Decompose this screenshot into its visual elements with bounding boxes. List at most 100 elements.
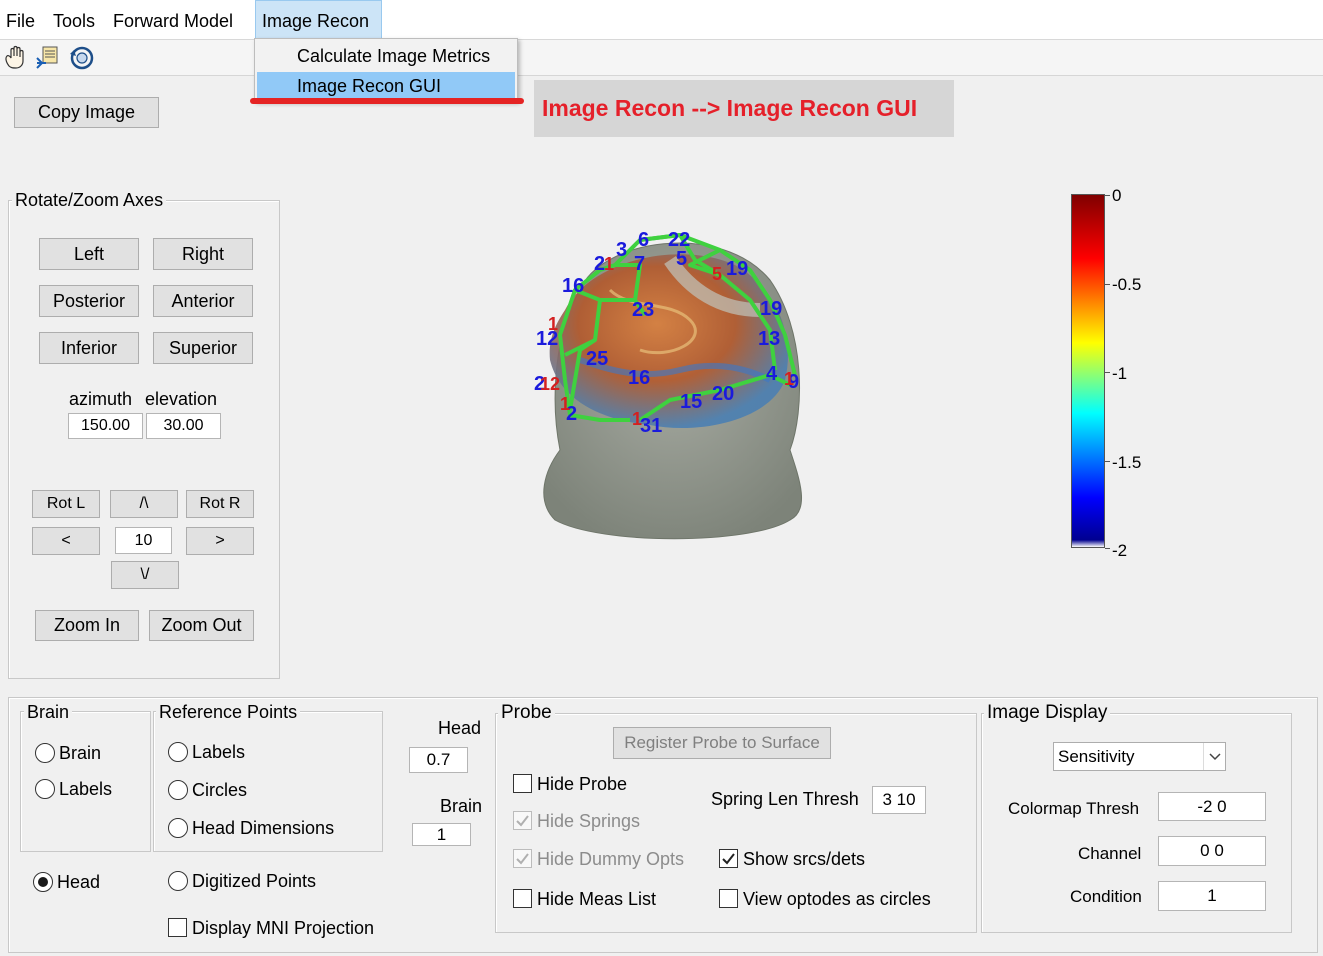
ref-labels-radio[interactable]: [168, 742, 188, 762]
step-right-button[interactable]: >: [186, 527, 254, 555]
head-brain-3d-view[interactable]: 6 22 3 2 7 5 19 16 19 13 23 12 25 16 4 9…: [520, 220, 820, 550]
brain-labels-radio[interactable]: [35, 779, 55, 799]
colorbar-tickmark: [1105, 548, 1110, 549]
head-dimensions-radio[interactable]: [168, 818, 188, 838]
probe-label: 16: [562, 275, 584, 297]
inferior-view-button[interactable]: Inferior: [39, 332, 139, 364]
ref-labels-label: Labels: [192, 742, 246, 762]
image-display-select-value: Sensitivity: [1058, 747, 1135, 766]
display-mni-label: Display MNI Projection: [192, 918, 375, 938]
brain-radio[interactable]: [35, 743, 55, 763]
hide-dummy-opts-checkbox[interactable]: [513, 849, 532, 868]
hide-springs-label: Hide Springs: [537, 811, 641, 831]
right-view-button[interactable]: Right: [153, 238, 253, 270]
hide-springs-checkbox[interactable]: [513, 811, 532, 830]
rotate-left-button[interactable]: Rot L: [32, 490, 100, 518]
colorbar-tick: -2: [1112, 541, 1128, 560]
rotate-zoom-title: Rotate/Zoom Axes: [12, 190, 167, 211]
channel-label: Channel: [1078, 844, 1142, 863]
left-view-button[interactable]: Left: [39, 238, 139, 270]
head-transparency-label: Head: [438, 718, 482, 738]
brain-labels-radio-label: Labels: [59, 779, 113, 799]
colorbar-tickmark: [1105, 284, 1110, 285]
channel-input[interactable]: 0 0: [1158, 836, 1266, 866]
chevron-down-icon[interactable]: [1203, 743, 1225, 770]
show-srcs-dets-checkbox[interactable]: [719, 849, 738, 868]
hide-probe-checkbox[interactable]: [513, 774, 532, 793]
probe-label: 4: [766, 363, 778, 385]
elevation-label: elevation: [145, 389, 218, 409]
brain-panel-title: Brain: [24, 702, 73, 723]
probe-label: 19: [726, 258, 748, 280]
copy-image-button[interactable]: Copy Image: [14, 97, 159, 128]
probe-label: 19: [760, 298, 782, 320]
pan-hand-icon[interactable]: [2, 44, 30, 72]
brain-transparency-label: Brain: [440, 796, 483, 816]
condition-input[interactable]: 1: [1158, 881, 1266, 911]
head-radio[interactable]: [33, 872, 53, 892]
azimuth-input[interactable]: 150.00: [68, 413, 143, 439]
toolbar: [0, 40, 1323, 76]
menu-bar: File Tools Forward Model Image Recon: [0, 0, 1323, 40]
register-probe-button[interactable]: Register Probe to Surface: [613, 727, 831, 759]
hide-probe-label: Hide Probe: [537, 774, 628, 794]
instruction-annotation: Image Recon --> Image Recon GUI: [534, 80, 954, 137]
probe-label: 16: [628, 367, 650, 389]
tilt-up-button[interactable]: /\: [110, 490, 178, 518]
anterior-view-button[interactable]: Anterior: [153, 285, 253, 317]
menu-image-recon[interactable]: Image Recon: [255, 0, 382, 40]
hide-dummy-opts-label: Hide Dummy Opts: [537, 849, 685, 869]
probe-label: 7: [634, 253, 645, 275]
menu-tools[interactable]: Tools: [47, 0, 101, 40]
display-mni-checkbox[interactable]: [168, 918, 187, 937]
probe-label: 1: [632, 409, 642, 429]
probe-label: 25: [586, 348, 608, 370]
spring-len-thresh-label: Spring Len Thresh: [711, 789, 859, 809]
menu-file[interactable]: File: [0, 0, 41, 40]
probe-label: 6: [638, 229, 649, 251]
colorbar-tickmark: [1105, 372, 1110, 373]
digitized-points-label: Digitized Points: [192, 871, 317, 891]
rotate-right-button[interactable]: Rot R: [186, 490, 254, 518]
zoom-in-button[interactable]: Zoom In: [35, 610, 139, 641]
probe-label: 12: [540, 374, 560, 394]
calculate-image-metrics-item[interactable]: Calculate Image Metrics: [257, 42, 515, 70]
hide-meas-list-checkbox[interactable]: [513, 889, 532, 908]
probe-label: 5: [676, 248, 687, 270]
colormap-thresh-input[interactable]: -2 0: [1158, 792, 1266, 821]
probe-label: 31: [640, 415, 662, 437]
image-display-select[interactable]: Sensitivity: [1053, 742, 1226, 771]
brain-transparency-input[interactable]: 1: [412, 823, 471, 846]
probe-label: 23: [632, 299, 654, 321]
tilt-down-button[interactable]: \/: [111, 561, 179, 589]
highlight-underline: [250, 98, 524, 104]
step-left-button[interactable]: <: [32, 527, 100, 555]
view-optodes-circles-label: View optodes as circles: [743, 889, 931, 909]
probe-label: 5: [712, 264, 722, 284]
rotate-zoom-panel: [8, 200, 280, 679]
colorbar-tickmark: [1105, 195, 1110, 196]
spring-len-thresh-input[interactable]: 3 10: [872, 786, 926, 814]
superior-view-button[interactable]: Superior: [153, 332, 253, 364]
ref-circles-radio[interactable]: [168, 780, 188, 800]
view-optodes-circles-checkbox[interactable]: [719, 889, 738, 908]
probe-label: 1: [560, 394, 570, 414]
digitized-points-radio[interactable]: [168, 871, 188, 891]
colorbar-tick: -1.5: [1112, 453, 1142, 472]
elevation-input[interactable]: 30.00: [146, 413, 221, 439]
reference-points-title: Reference Points: [156, 702, 301, 723]
hide-meas-list-label: Hide Meas List: [537, 889, 657, 909]
rotation-step-input[interactable]: 10: [115, 527, 172, 554]
image-recon-gui-item[interactable]: Image Recon GUI: [257, 72, 515, 100]
condition-label: Condition: [1070, 887, 1142, 906]
zoom-out-button[interactable]: Zoom Out: [149, 610, 254, 641]
image-recon-dropdown: Calculate Image Metrics Image Recon GUI: [254, 38, 518, 102]
menu-forward-model[interactable]: Forward Model: [107, 0, 239, 40]
rotate-3d-icon[interactable]: [68, 44, 96, 72]
colorbar-tick: 0: [1112, 186, 1122, 205]
probe-panel-title: Probe: [498, 702, 555, 724]
data-cursor-icon[interactable]: [34, 44, 62, 72]
probe-label: 20: [712, 383, 734, 405]
posterior-view-button[interactable]: Posterior: [39, 285, 139, 317]
head-transparency-input[interactable]: 0.7: [409, 747, 468, 773]
